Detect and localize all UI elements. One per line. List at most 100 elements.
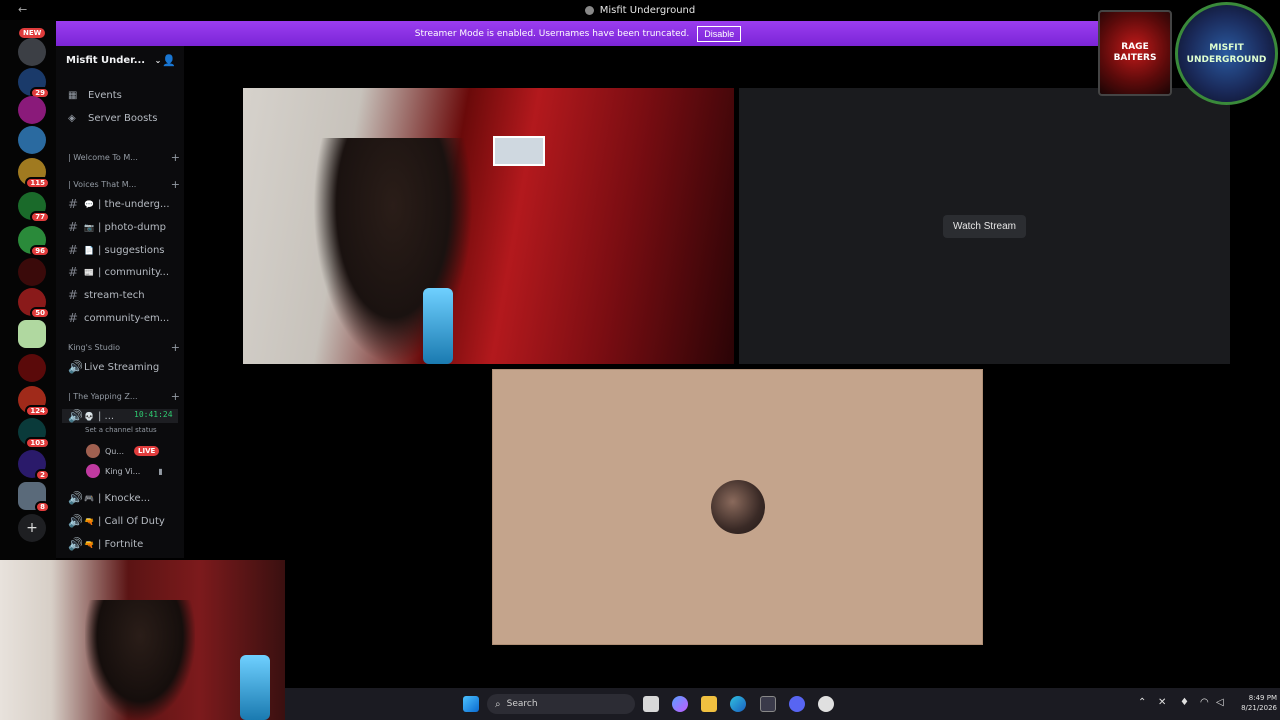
server-icon[interactable] [18,258,46,286]
store-icon[interactable] [760,696,776,712]
channel-emoji: 🎮 [84,493,94,503]
category-voices[interactable]: | Voices That M... + [68,178,180,191]
volume-icon[interactable]: ◁ [1216,697,1224,708]
channel-label: | the-underg... [97,198,170,210]
server-icon[interactable] [18,96,46,124]
watch-stream-button[interactable]: Watch Stream [943,214,1026,238]
network-icon[interactable]: ✕ [1158,697,1166,708]
voice-channel-live-streaming[interactable]: 🔊 Live Streaming [68,360,159,374]
channel-label: | Call Of Duty [97,515,165,527]
voice-channel-knocked[interactable]: 🔊 🎮 | Knocke... [68,491,150,505]
category-label: King's Studio [68,343,121,352]
discord-taskbar-icon[interactable] [789,696,805,712]
avatar [86,444,100,458]
server-icon[interactable] [18,126,46,154]
channel-photo-dump[interactable]: # 📷 | photo-dump [68,220,166,234]
server-icon[interactable] [18,354,46,382]
channel-stream-tech[interactable]: # stream-tech [68,288,145,302]
channel-community[interactable]: # 📰 | community... [68,265,169,279]
taskbar-search[interactable]: ⌕ Search [487,694,635,714]
server-icon[interactable]: 124 [18,386,50,417]
misfit-underground-logo: MISFIT UNDERGROUND [1175,2,1278,105]
channel-sidebar: Misfit Under... ⌄ 👤 ▦ Events ◈ Server Bo… [56,46,184,558]
stream-tile-live[interactable] [243,88,734,364]
chrome-icon[interactable] [818,696,834,712]
notification-badge: 103 [25,437,50,449]
channel-label: | ... [97,410,115,422]
add-server-icon[interactable]: + [18,514,46,542]
streamer-mode-banner: Streamer Mode is enabled. Usernames have… [56,21,1100,46]
hash-icon: # [68,265,79,279]
server-icon[interactable]: 29 [18,68,50,99]
server-icon[interactable]: 115 [18,158,50,189]
channel-community-em[interactable]: # community-em... [68,311,169,325]
nav-events[interactable]: ▦ Events [68,90,122,101]
add-channel-icon[interactable]: + [171,390,180,403]
server-icon[interactable]: 50 [18,288,50,319]
voice-channel-fortnite[interactable]: 🔊 🔫 | Fortnite [68,537,143,551]
microphone-icon[interactable]: ♦ [1180,697,1189,708]
server-icon[interactable] [18,38,46,66]
participant-tile[interactable] [492,369,983,645]
channel-emoji: 🔫 [84,516,94,526]
wifi-icon[interactable]: ◠ [1200,697,1209,708]
channel-label: | suggestions [97,244,165,256]
hash-icon: # [68,288,79,302]
notification-badge: 77 [30,211,50,223]
webcam-lamp [240,655,270,720]
start-button-icon[interactable] [463,696,479,712]
lamp-shape [423,288,453,364]
server-header[interactable]: Misfit Under... ⌄ [66,55,161,66]
speaker-icon: 🔊 [68,491,83,505]
notification-badge: 124 [25,405,50,417]
category-label: | Welcome To M... [68,153,138,162]
voice-user[interactable]: Qu... LIVE [86,444,160,458]
channel-the-underground[interactable]: # 💬 | the-underg... [68,197,170,211]
channel-label: | photo-dump [97,221,166,233]
window-title: Misfit Underground [599,4,696,16]
call-timer: 10:41:24 [134,410,173,419]
task-view-icon[interactable] [643,696,659,712]
edge-browser-icon[interactable] [730,696,746,712]
server-icon[interactable]: 8 [18,482,50,513]
chevron-down-icon: ⌄ [154,56,162,65]
channel-emoji: 📷 [84,222,94,232]
voice-user[interactable]: King Vi... ▮ [86,464,163,478]
show-hidden-icons-icon[interactable]: ⌃ [1138,697,1146,708]
invite-member-icon[interactable]: 👤 [162,54,176,67]
user-label: King Vi... [105,466,141,476]
new-badge: NEW [19,28,46,38]
category-kings-studio[interactable]: King's Studio + [68,341,180,354]
channel-label: | Knocke... [97,492,151,504]
channel-label: Live Streaming [84,361,160,373]
webcam-figure [85,600,195,720]
server-icon[interactable] [18,320,46,348]
nav-label: Server Boosts [88,113,158,124]
server-icon[interactable]: 103 [18,418,50,449]
server-icon[interactable]: 96 [18,226,50,257]
channel-suggestions[interactable]: # 📄 | suggestions [68,243,165,257]
skull-icon: 💀 [84,411,94,421]
disable-streamer-mode-button[interactable]: Disable [697,25,742,42]
category-yapping[interactable]: | The Yapping Z... + [68,390,180,403]
channel-label: | community... [97,266,170,278]
server-name: Misfit Under... [66,55,146,66]
system-clock[interactable]: 8:49 PM 8/21/2026 [1237,693,1277,713]
add-channel-icon[interactable]: + [171,151,180,164]
back-arrow-icon[interactable]: ← [18,3,27,16]
voice-channel-call-of-duty[interactable]: 🔊 🔫 | Call Of Duty [68,514,165,528]
category-welcome[interactable]: | Welcome To M... + [68,151,180,164]
speaker-icon: 🔊 [68,360,83,374]
boost-icon: ◈ [68,113,76,124]
set-channel-status[interactable]: Set a channel status [85,426,157,434]
server-icon[interactable]: 77 [18,192,50,223]
copilot-icon[interactable] [672,696,688,712]
add-channel-icon[interactable]: + [171,341,180,354]
stream-tile-idle[interactable]: Watch Stream [739,88,1230,364]
clock-date: 8/21/2026 [1241,704,1277,712]
nav-server-boosts[interactable]: ◈ Server Boosts [68,113,157,124]
file-explorer-icon[interactable] [701,696,717,712]
add-channel-icon[interactable]: + [171,178,180,191]
speaker-icon: 🔊 [68,409,83,423]
server-icon[interactable]: 2 [18,450,50,481]
